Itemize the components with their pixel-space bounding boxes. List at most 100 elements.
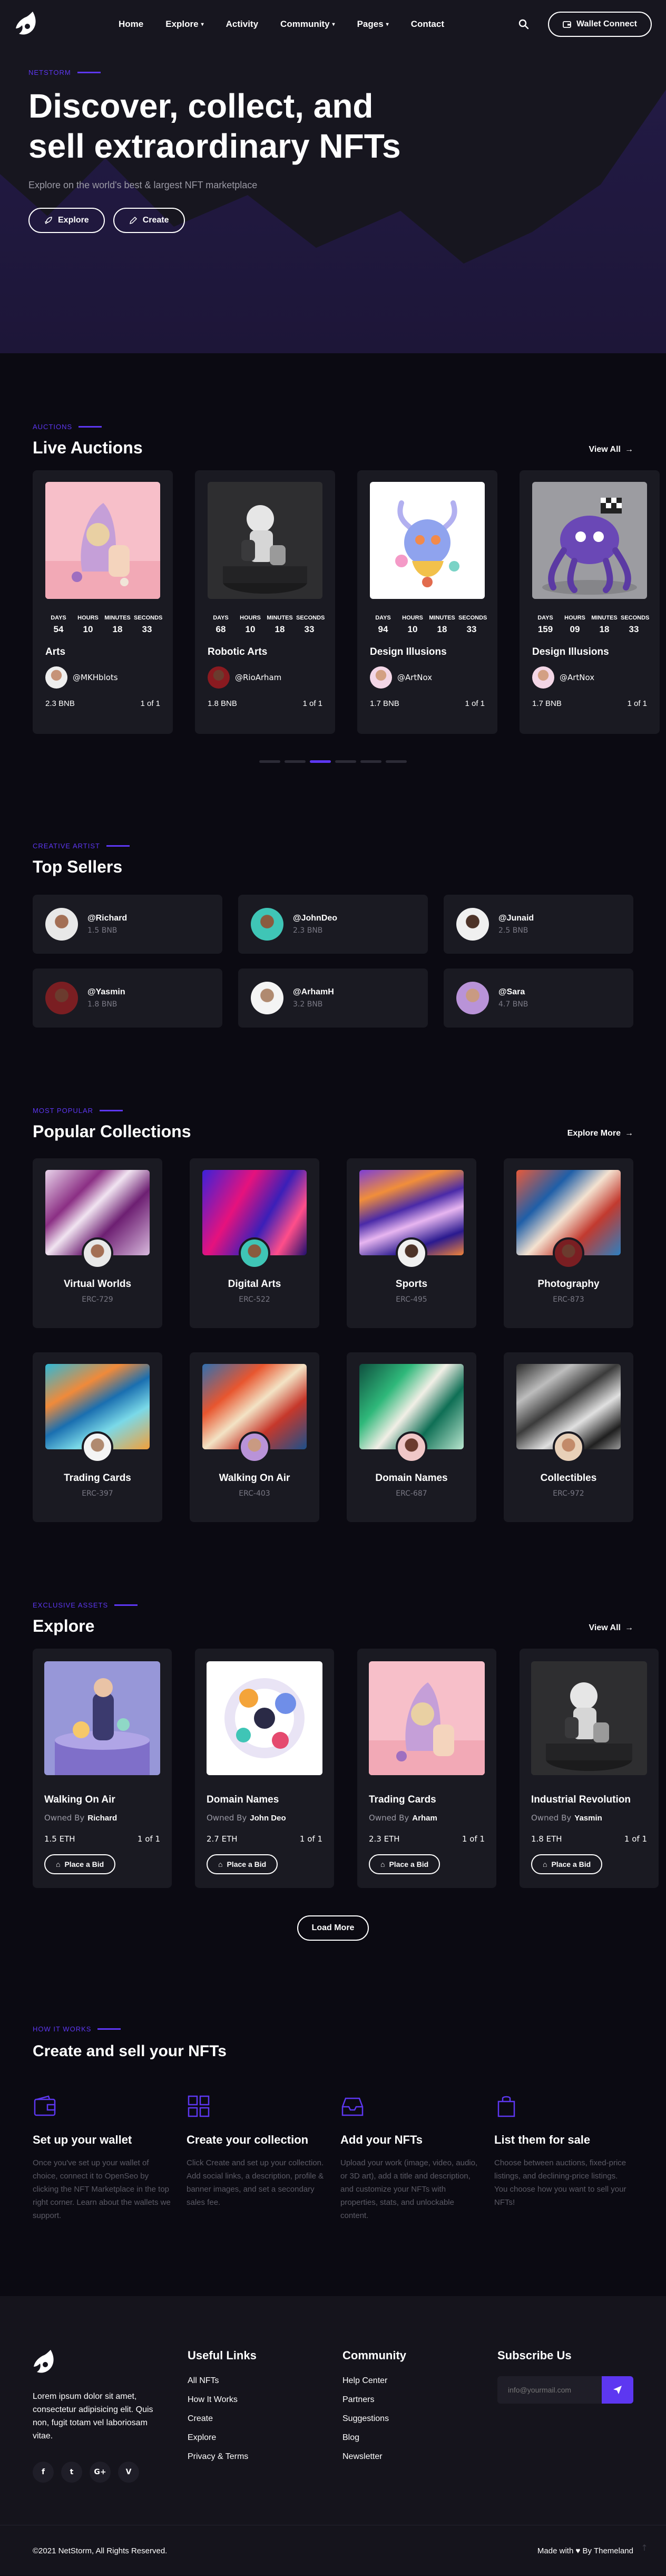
- place-bid-button[interactable]: ⌂ Place a Bid: [207, 1854, 278, 1874]
- collection-card[interactable]: Walking On Air ERC-403: [190, 1352, 319, 1522]
- collection-code: ERC-873: [553, 1295, 584, 1304]
- auction-card[interactable]: DAYS 68 HOURS 10 MINUTES 18 SECONDS 33 Robot…: [195, 470, 335, 734]
- collections-header: MOST POPULAR Popular Collections Explore…: [33, 1107, 633, 1141]
- nav-item-contact[interactable]: Contact: [411, 19, 444, 30]
- vine-icon[interactable]: V: [118, 2462, 139, 2483]
- carousel-dot[interactable]: [360, 760, 381, 763]
- seller-card[interactable]: @Sara 4.7 BNB: [444, 969, 633, 1028]
- scroll-to-top-icon[interactable]: ↑: [638, 2543, 651, 2556]
- bag-icon: [497, 2096, 515, 2117]
- explore-card[interactable]: Domain Names Owned By John Deo 2.7 ETH 1 o…: [195, 1649, 334, 1888]
- seller-amount: 1.8 BNB: [87, 1000, 117, 1009]
- artwork-illustration: [224, 1678, 305, 1758]
- footer-link[interactable]: Blog: [342, 2433, 497, 2443]
- collection-title: Trading Cards: [64, 1473, 131, 1484]
- main-nav: Home Explore ▾ Activity Community ▾ Pages ▾…: [14, 0, 652, 49]
- seller-amount: 1.5 BNB: [87, 926, 117, 935]
- footer-link[interactable]: How It Works: [188, 2395, 342, 2405]
- seller-card[interactable]: @Richard 1.5 BNB: [33, 895, 222, 954]
- nav-item-activity[interactable]: Activity: [226, 19, 258, 30]
- place-bid-button[interactable]: ⌂ Place a Bid: [531, 1854, 603, 1874]
- artwork-illustration: [223, 505, 307, 594]
- timer-value: 10: [83, 624, 93, 634]
- carousel-dot[interactable]: [386, 760, 407, 763]
- explore-card[interactable]: Industrial Revolution Owned By Yasmin 1.8…: [520, 1649, 659, 1888]
- eyebrow-line: [106, 845, 130, 847]
- subscribe-button[interactable]: [602, 2376, 633, 2404]
- timer-label: MINUTES: [591, 615, 618, 621]
- create-button[interactable]: Create: [113, 208, 185, 233]
- pencil-icon: [129, 216, 137, 225]
- auction-card[interactable]: DAYS 54 HOURS 10 MINUTES 18 SECONDS 33 Arts …: [33, 470, 173, 734]
- explore-eyebrow: EXCLUSIVE ASSETS: [33, 1601, 138, 1609]
- explore-card[interactable]: Walking On Air Owned By Richard 1.5 ETH 1 …: [33, 1649, 172, 1888]
- nav-item-community[interactable]: Community ▾: [280, 19, 335, 30]
- footer-community: Community Help Center Partners Suggestio…: [342, 2349, 497, 2483]
- seller-card[interactable]: @ArhamH 3.2 BNB: [238, 969, 428, 1028]
- auction-owner[interactable]: @ArtNox: [532, 666, 647, 689]
- heart-icon: ♥: [575, 2546, 581, 2555]
- footer-link[interactable]: Help Center: [342, 2376, 497, 2386]
- collection-card[interactable]: Trading Cards ERC-397: [33, 1352, 162, 1522]
- auctions-view-all-link[interactable]: View All →: [589, 445, 633, 454]
- footer-link[interactable]: Newsletter: [342, 2452, 497, 2462]
- facebook-icon[interactable]: f: [33, 2462, 54, 2483]
- collection-card[interactable]: Virtual Worlds ERC-729: [33, 1158, 162, 1328]
- collection-card[interactable]: Domain Names ERC-687: [347, 1352, 476, 1522]
- carousel-dot[interactable]: [335, 760, 356, 763]
- carousel-dot-active[interactable]: [310, 760, 331, 763]
- logo-icon[interactable]: [33, 2349, 57, 2376]
- auction-owner[interactable]: @MKHblots: [45, 666, 160, 689]
- footer-heading: Community: [342, 2349, 406, 2362]
- collection-title: Photography: [537, 1279, 600, 1290]
- avatar: [82, 1237, 113, 1269]
- nav-item-pages[interactable]: Pages ▾: [357, 19, 389, 30]
- explore-more-link[interactable]: Explore More →: [567, 1129, 633, 1138]
- carousel-dot[interactable]: [285, 760, 306, 763]
- load-more-button[interactable]: Load More: [297, 1915, 369, 1941]
- twitter-icon[interactable]: t: [61, 2462, 82, 2483]
- explore-price: 2.7 ETH: [207, 1834, 238, 1844]
- explore-button[interactable]: Explore: [28, 208, 105, 233]
- auction-card[interactable]: DAYS 94 HOURS 10 MINUTES 18 SECONDS 33 Desig…: [357, 470, 497, 734]
- carousel-dot[interactable]: [259, 760, 280, 763]
- footer-link[interactable]: Create: [188, 2414, 342, 2424]
- explore-view-all-link[interactable]: View All →: [589, 1623, 633, 1633]
- explore-price-row: 1.5 ETH 1 of 1: [44, 1834, 160, 1844]
- google-plus-icon[interactable]: G+: [90, 2462, 111, 2483]
- search-icon[interactable]: [518, 19, 529, 30]
- explore-card[interactable]: Trading Cards Owned By Arham 2.3 ETH 1 of …: [357, 1649, 496, 1888]
- timer-label: DAYS: [375, 615, 391, 621]
- auction-edition: 1 of 1: [302, 699, 322, 708]
- arrow-right-icon: →: [625, 445, 633, 454]
- logo[interactable]: [14, 10, 40, 38]
- collections-eyebrow: MOST POPULAR: [33, 1107, 191, 1115]
- avatar: [208, 666, 230, 689]
- auction-owner[interactable]: @ArtNox: [370, 666, 485, 689]
- footer-link[interactable]: All NFTs: [188, 2376, 342, 2386]
- place-bid-button[interactable]: ⌂ Place a Bid: [369, 1854, 440, 1874]
- explore-edition: 1 of 1: [624, 1834, 647, 1844]
- subscribe-email-input[interactable]: [497, 2376, 602, 2404]
- footer-link[interactable]: Partners: [342, 2395, 497, 2405]
- timer-value: 159: [537, 624, 553, 634]
- nav-item-explore[interactable]: Explore ▾: [165, 19, 203, 30]
- wallet-connect-button[interactable]: Wallet Connect: [548, 12, 652, 37]
- seller-card[interactable]: @Junaid 2.5 BNB: [444, 895, 633, 954]
- footer-link[interactable]: Suggestions: [342, 2414, 497, 2424]
- seller-card[interactable]: @Yasmin 1.8 BNB: [33, 969, 222, 1028]
- footer-link[interactable]: Privacy & Terms: [188, 2452, 342, 2462]
- auction-owner[interactable]: @RioArham: [208, 666, 322, 689]
- seller-card[interactable]: @JohnDeo 2.3 BNB: [238, 895, 428, 954]
- footer-useful-links: Useful Links All NFTs How It Works Creat…: [188, 2349, 342, 2483]
- collection-card[interactable]: Photography ERC-873: [504, 1158, 633, 1328]
- auction-card[interactable]: DAYS 159 HOURS 09 MINUTES 18 SECONDS 33 Desi…: [520, 470, 660, 734]
- collection-card[interactable]: Digital Arts ERC-522: [190, 1158, 319, 1328]
- hero-section: Home Explore ▾ Activity Community ▾ Pages ▾…: [0, 0, 666, 353]
- collection-card[interactable]: Sports ERC-495: [347, 1158, 476, 1328]
- footer-link[interactable]: Explore: [188, 2433, 342, 2443]
- nav-item-home[interactable]: Home: [119, 19, 143, 30]
- place-bid-button[interactable]: ⌂ Place a Bid: [44, 1854, 116, 1874]
- collection-card[interactable]: Collectibles ERC-972: [504, 1352, 633, 1522]
- auction-title: Robotic Arts: [208, 646, 268, 657]
